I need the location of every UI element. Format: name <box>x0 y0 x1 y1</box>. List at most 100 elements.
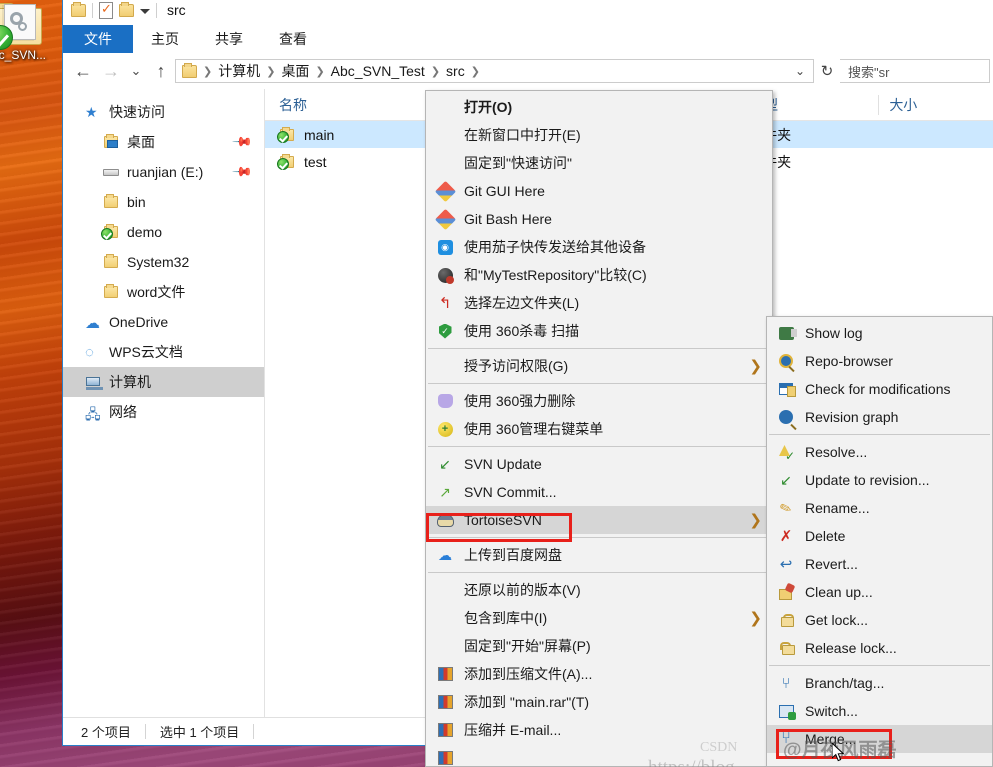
shareit-icon: ◉ <box>434 237 456 257</box>
menu-item-delete[interactable]: ✗ Delete <box>767 522 992 550</box>
menu-item-upload-baidu-netdisk[interactable]: ☁ 上传到百度网盘 <box>426 541 772 569</box>
sidebar-item-quick-access[interactable]: ★ 快速访问 <box>63 97 264 127</box>
menu-item-revision-graph[interactable]: Revision graph <box>767 403 992 431</box>
chevron-down-icon[interactable] <box>140 9 150 14</box>
tab-file[interactable]: 文件 <box>63 25 133 53</box>
menu-item-git-gui-here[interactable]: Git GUI Here <box>426 177 772 205</box>
file-name: test <box>304 153 327 170</box>
tab-view[interactable]: 查看 <box>261 25 325 53</box>
breadcrumb[interactable]: ❯ 计算机 ❯ 桌面 ❯ Abc_SVN_Test ❯ src ❯ ⌄ <box>175 59 814 83</box>
tab-home[interactable]: 主页 <box>133 25 197 53</box>
menu-item-clean-up[interactable]: Clean up... <box>767 578 992 606</box>
sidebar-item-label: demo <box>127 224 163 240</box>
menu-item-compress-and-email[interactable]: 压缩并 E-mail... <box>426 716 772 744</box>
column-header-size[interactable]: 大小 <box>878 94 993 115</box>
menu-item-switch[interactable]: Switch... <box>767 697 992 725</box>
menu-item-check-for-modifications[interactable]: Check for modifications <box>767 375 992 403</box>
tortoise-icon <box>434 510 456 530</box>
breadcrumb-separator: ❯ <box>315 65 325 78</box>
menu-item-pin-quick-access[interactable]: 固定到"快速访问" <box>426 149 772 177</box>
sidebar-item-onedrive[interactable]: ☁ OneDrive <box>63 307 264 337</box>
menu-separator <box>428 348 770 349</box>
no-icon <box>434 97 456 117</box>
wps-cloud-icon: ◌ <box>85 344 94 361</box>
menu-item-select-left-folder[interactable]: ↰ 选择左边文件夹(L) <box>426 289 772 317</box>
menu-item-repo-browser[interactable]: Repo-browser <box>767 347 992 375</box>
breadcrumb-item-1[interactable]: 桌面 <box>278 61 312 81</box>
menu-item-revert[interactable]: ↩ Revert... <box>767 550 992 578</box>
menu-item-compress-to-main-rar-and-email[interactable] <box>426 744 772 767</box>
up-button[interactable]: ↑ <box>147 57 175 85</box>
breadcrumb-folder-icon <box>182 62 197 78</box>
menu-item-tortoisesvn[interactable]: TortoiseSVN ❯ <box>426 506 772 534</box>
menu-item-release-lock[interactable]: Release lock... <box>767 634 992 662</box>
sidebar-item-bin[interactable]: bin <box>63 187 264 217</box>
menu-item-360-force-delete[interactable]: 使用 360强力删除 <box>426 387 772 415</box>
menu-item-compare-mytestrepository[interactable]: 和"MyTestRepository"比较(C) <box>426 261 772 289</box>
unlock-icon <box>775 638 797 658</box>
sidebar-item-word-files[interactable]: word文件 <box>63 277 264 307</box>
sidebar-item-label: System32 <box>127 254 190 270</box>
tab-share[interactable]: 共享 <box>197 25 261 53</box>
menu-item-360-antivirus-scan[interactable]: ✓ 使用 360杀毒 扫描 <box>426 317 772 345</box>
refresh-button[interactable]: ↻ <box>814 59 840 83</box>
chevron-right-icon: ❯ <box>749 512 762 529</box>
properties-icon[interactable] <box>99 1 113 19</box>
no-icon <box>434 356 456 376</box>
no-icon <box>434 125 456 145</box>
menu-item-resolve[interactable]: Resolve... <box>767 438 992 466</box>
menu-item-branch-tag[interactable]: ⑂ Branch/tag... <box>767 669 992 697</box>
menu-item-restore-previous-versions[interactable]: 还原以前的版本(V) <box>426 576 772 604</box>
folder-icon[interactable] <box>71 1 86 17</box>
sidebar-item-demo[interactable]: demo <box>63 217 264 247</box>
title-bar: src <box>63 0 993 25</box>
menu-item-open-new-window[interactable]: 在新窗口中打开(E) <box>426 121 772 149</box>
pin-icon[interactable]: 📌 <box>231 161 253 184</box>
menu-item-360-manage-context-menu[interactable]: + 使用 360管理右键菜单 <box>426 415 772 443</box>
menu-item-label: Get lock... <box>805 612 869 628</box>
window-title: src <box>167 2 186 18</box>
menu-item-label: Repo-browser <box>805 353 893 369</box>
git-icon <box>434 180 456 202</box>
new-folder-icon[interactable] <box>119 1 134 17</box>
sidebar-item-computer[interactable]: 计算机 <box>63 367 264 397</box>
menu-item-label: SVN Update <box>464 456 542 472</box>
search-input[interactable]: 搜索"sr <box>840 59 990 83</box>
menu-item-grant-access[interactable]: 授予访问权限(G) ❯ <box>426 352 772 380</box>
sidebar-item-wps-cloud[interactable]: ◌ WPS云文档 <box>63 337 264 367</box>
menu-item-git-bash-here[interactable]: Git Bash Here <box>426 205 772 233</box>
menu-item-svn-update[interactable]: ↙ SVN Update <box>426 450 772 478</box>
menu-item-label: 使用 360强力删除 <box>464 393 576 409</box>
menu-item-merge[interactable]: ⑂ Merge... <box>767 725 992 753</box>
sidebar-item-system32[interactable]: System32 <box>63 247 264 277</box>
menu-item-add-to-archive[interactable]: 添加到压缩文件(A)... <box>426 660 772 688</box>
menu-item-include-in-library[interactable]: 包含到库中(I) ❯ <box>426 604 772 632</box>
desktop-icon-abc-svn-test[interactable]: bc_SVN... <box>0 2 52 62</box>
recent-locations-button[interactable]: ⌄ <box>125 57 147 85</box>
menu-item-show-log[interactable]: Show log <box>767 319 992 347</box>
divider <box>92 2 93 18</box>
menu-item-shareit-send[interactable]: ◉ 使用茄子快传发送给其他设备 <box>426 233 772 261</box>
sidebar-item-label: 网络 <box>109 404 137 420</box>
menu-separator <box>428 537 770 538</box>
navigation-pane: ★ 快速访问 桌面 📌 ruanjian (E:) 📌 bin demo Sys… <box>63 89 265 717</box>
breadcrumb-item-2[interactable]: Abc_SVN_Test <box>328 63 428 79</box>
winrar-icon <box>434 664 456 684</box>
menu-item-svn-commit[interactable]: ↗ SVN Commit... <box>426 478 772 506</box>
breadcrumb-item-3[interactable]: src <box>443 63 468 79</box>
menu-item-add-to-main-rar[interactable]: 添加到 "main.rar"(T) <box>426 688 772 716</box>
sidebar-item-desktop[interactable]: 桌面 📌 <box>63 127 264 157</box>
breadcrumb-item-0[interactable]: 计算机 <box>215 61 263 81</box>
menu-item-label: 固定到"快速访问" <box>464 155 572 171</box>
pin-icon[interactable]: 📌 <box>231 131 253 154</box>
sidebar-item-ruanjian-e[interactable]: ruanjian (E:) 📌 <box>63 157 264 187</box>
sidebar-item-network[interactable]: 🖧 网络 <box>63 397 264 427</box>
menu-item-rename[interactable]: ✎ Rename... <box>767 494 992 522</box>
menu-item-update-to-revision[interactable]: ↙ Update to revision... <box>767 466 992 494</box>
menu-item-open[interactable]: 打开(O) <box>426 93 772 121</box>
breadcrumb-dropdown-icon[interactable]: ⌄ <box>795 64 809 78</box>
menu-item-get-lock[interactable]: Get lock... <box>767 606 992 634</box>
forward-button[interactable]: → <box>97 57 125 85</box>
back-button[interactable]: ← <box>69 57 97 85</box>
menu-item-pin-to-start[interactable]: 固定到"开始"屏幕(P) <box>426 632 772 660</box>
